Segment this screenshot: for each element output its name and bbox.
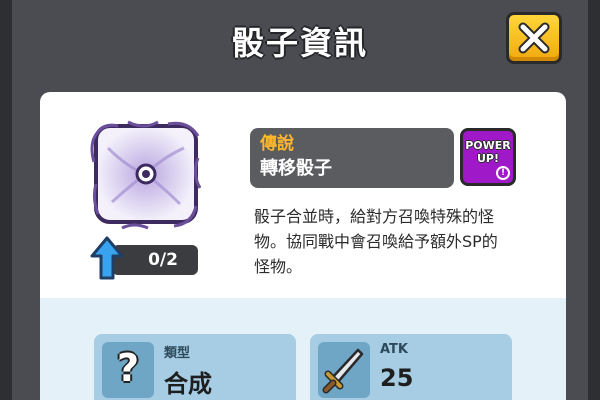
level-progress: 0/2 (112, 245, 198, 275)
sword-icon (318, 342, 370, 398)
stat-type: ? 類型 合成 (94, 334, 296, 400)
dice-image (88, 118, 204, 230)
stat-value: 25 (380, 364, 414, 392)
dice-description: 骰子合並時，給對方召喚特殊的怪 物。協同戰中會召喚給予額外SP的 怪物。 (254, 207, 498, 276)
dice-name: 轉移骰子 (260, 158, 332, 179)
question-mark-icon: ? (102, 342, 154, 398)
stat-label: 類型 (164, 346, 191, 361)
info-icon: ! (496, 166, 510, 180)
rarity-label: 傳說 (260, 134, 294, 154)
stat-value: 合成 (164, 370, 212, 398)
power-up-label: POWER UP! (465, 139, 511, 165)
dice-name-card: 傳說 轉移骰子 (250, 128, 454, 188)
stat-atk: ATK 25 (310, 334, 512, 400)
close-button[interactable] (506, 12, 562, 64)
close-icon (518, 22, 550, 54)
stat-label: ATK (380, 342, 408, 357)
power-up-button[interactable]: POWER UP! ! (460, 128, 516, 186)
up-arrow-icon (90, 236, 124, 280)
